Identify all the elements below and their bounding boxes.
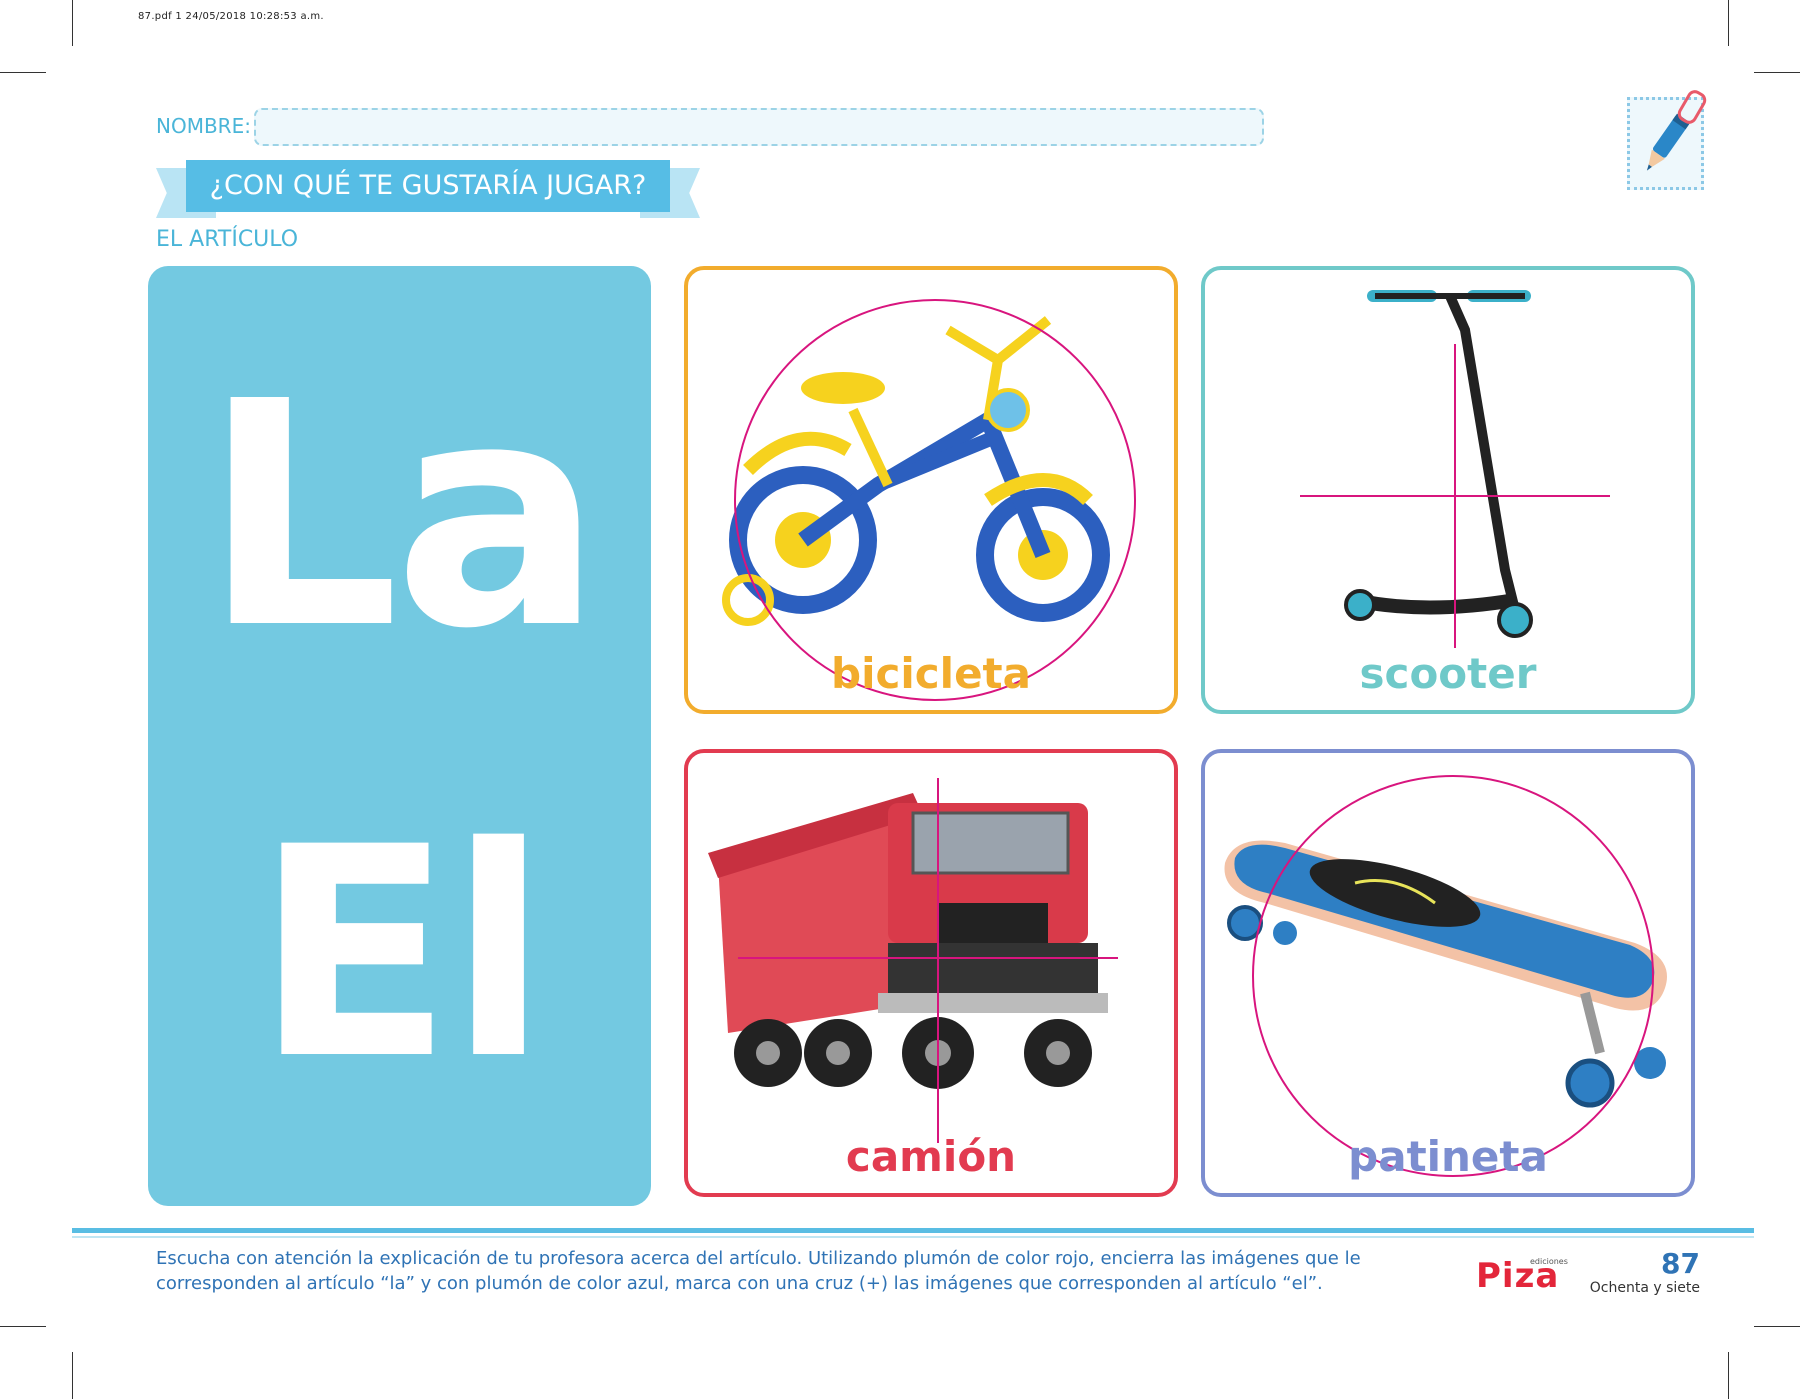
card-scooter[interactable]: scooter (1201, 266, 1695, 714)
crop-mark (1728, 1352, 1729, 1399)
card-patineta[interactable]: patineta (1201, 749, 1695, 1197)
card-label-scooter: scooter (1359, 649, 1537, 698)
card-bicicleta[interactable]: bicicleta (684, 266, 1178, 714)
crop-mark (1754, 1326, 1800, 1327)
crop-mark (0, 1326, 46, 1327)
crop-mark (72, 1352, 73, 1399)
title-ribbon: ¿CON QUÉ TE GUSTARÍA JUGAR? (156, 160, 700, 222)
name-label: NOMBRE: (156, 114, 251, 138)
print-info: 87.pdf 1 24/05/2018 10:28:53 a.m. (138, 11, 324, 22)
crop-mark (0, 72, 46, 73)
card-label-camion: camión (845, 1132, 1017, 1181)
article-panel: La El (148, 266, 651, 1206)
crop-mark (72, 0, 73, 46)
instructions-text: Escucha con atención la explicación de t… (156, 1248, 1361, 1294)
page-number-words: Ochenta y siete (1589, 1280, 1700, 1296)
publisher-logo: Piza (1476, 1256, 1560, 1296)
crop-mark (1754, 72, 1800, 73)
page-number: 87 (1661, 1247, 1700, 1280)
page-title: ¿CON QUÉ TE GUSTARÍA JUGAR? (186, 160, 670, 212)
article-la: La (202, 336, 603, 697)
footer-rule (72, 1228, 1754, 1233)
article-el: El (254, 786, 549, 1123)
card-label-patineta: patineta (1348, 1132, 1548, 1181)
footer-rule-thin (72, 1236, 1754, 1238)
crop-mark (1728, 0, 1729, 46)
name-field[interactable] (254, 108, 1264, 146)
card-camion[interactable]: camión (684, 749, 1178, 1197)
section-subtitle: EL ARTÍCULO (156, 227, 299, 252)
card-label-bicicleta: bicicleta (831, 649, 1031, 698)
